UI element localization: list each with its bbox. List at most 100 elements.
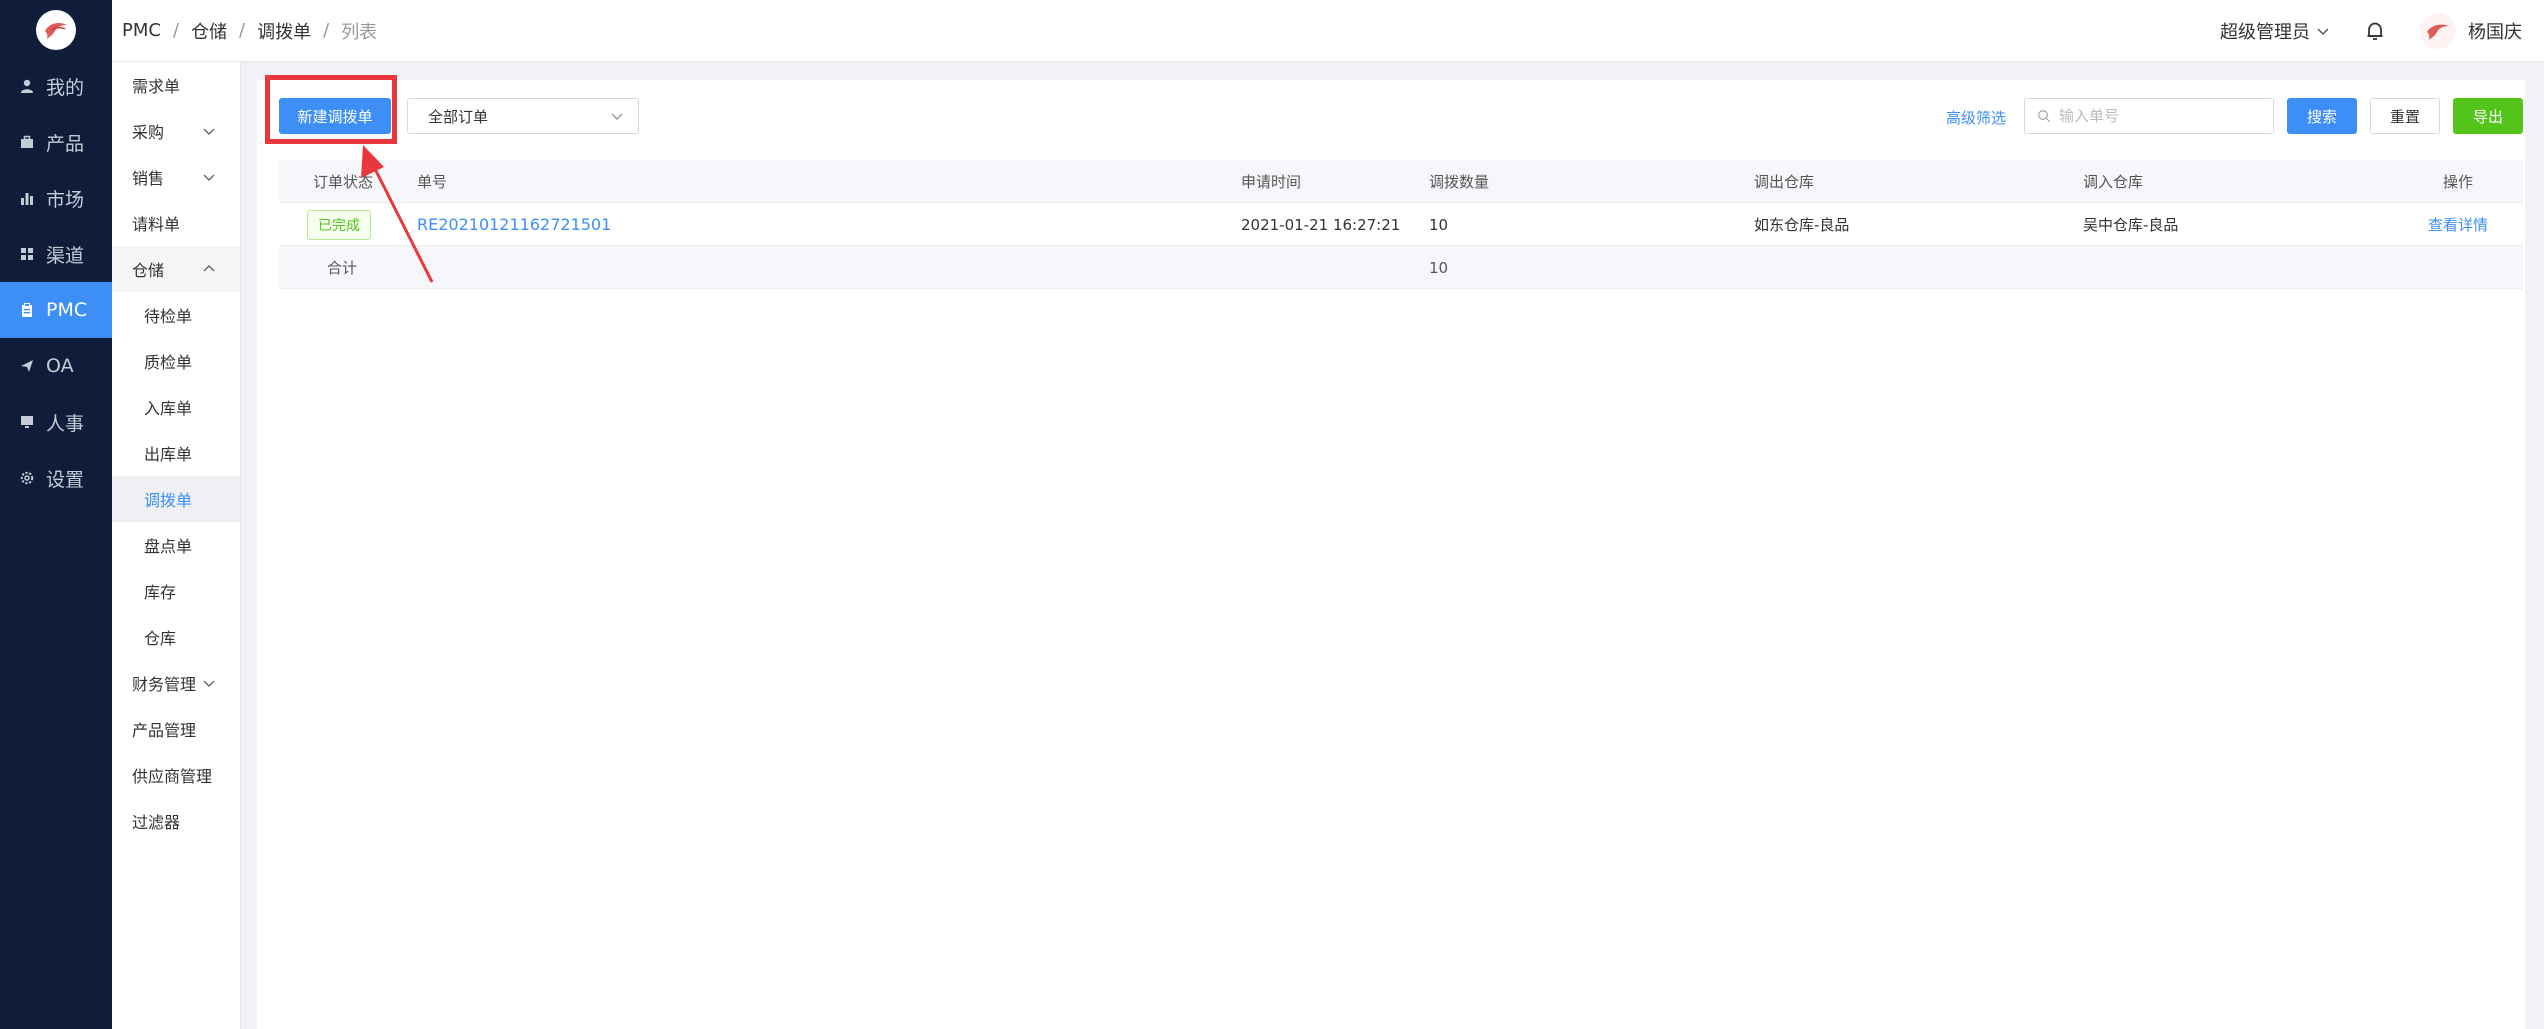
sidebar-item-inbound[interactable]: 入库单 — [112, 384, 240, 430]
sidebar-item-outbound[interactable]: 出库单 — [112, 430, 240, 476]
highlight-box — [265, 75, 397, 144]
sub-sidebar: 需求单 采购 销售 请料单 仓储 待检单 质检单 入库单 出库单 调拨单 盘点单… — [112, 62, 241, 1029]
avatar[interactable] — [2420, 13, 2456, 49]
bird-avatar-icon — [2427, 24, 2449, 40]
table-total-row: 合计 10 — [279, 246, 2523, 289]
top-right-area: 超级管理员 杨国庆 — [2220, 0, 2522, 62]
total-quantity: 10 — [1429, 258, 1449, 277]
nav-item-mine[interactable]: 我的 — [0, 58, 112, 114]
sidebar-item-label: 供应商管理 — [132, 767, 213, 786]
export-button[interactable]: 导出 — [2453, 98, 2523, 134]
order-number-link[interactable]: RE20210121162721501 — [417, 215, 611, 234]
sidebar-item-storage[interactable]: 仓储 — [112, 246, 240, 292]
nav-item-hr[interactable]: 人事 — [0, 394, 112, 450]
sidebar-item-material-request[interactable]: 请料单 — [112, 200, 240, 246]
order-filter-value: 全部订单 — [428, 107, 489, 126]
grid-icon — [18, 245, 36, 263]
sidebar-item-label: 销售 — [132, 169, 165, 188]
chevron-down-icon — [203, 680, 215, 687]
nav-item-channel[interactable]: 渠道 — [0, 226, 112, 282]
bar-chart-icon — [18, 189, 36, 207]
breadcrumb-item[interactable]: 仓储 — [191, 18, 227, 44]
nav-item-market[interactable]: 市场 — [0, 170, 112, 226]
breadcrumb: PMC / 仓储 / 调拨单 / 列表 — [122, 18, 377, 44]
search-input-wrapper — [2024, 98, 2274, 134]
chevron-down-icon — [611, 113, 623, 120]
table-row: 已完成 RE20210121162721501 2021-01-21 16:27… — [279, 203, 2523, 246]
breadcrumb-item[interactable]: 调拨单 — [257, 18, 311, 44]
view-detail-link[interactable]: 查看详情 — [2428, 214, 2488, 235]
gear-icon — [18, 469, 36, 487]
sidebar-item-label: 需求单 — [132, 77, 181, 96]
search-button[interactable]: 搜索 — [2287, 98, 2357, 134]
nav-item-product[interactable]: 产品 — [0, 114, 112, 170]
nav-item-label: 人事 — [46, 412, 85, 435]
logo[interactable] — [36, 10, 76, 50]
column-header: 调入仓库 — [2083, 173, 2144, 191]
nav-item-pmc[interactable]: PMC — [0, 282, 112, 338]
column-header: 调出仓库 — [1754, 173, 1815, 191]
table-header-row: 订单状态 单号 申请时间 调拨数量 调出仓库 调入仓库 操作 — [279, 160, 2523, 203]
briefcase-icon — [18, 133, 36, 151]
sidebar-item-label: 待检单 — [144, 307, 193, 326]
sidebar-item-label: 产品管理 — [132, 721, 197, 740]
sidebar-item-label: 质检单 — [144, 353, 193, 372]
order-no-cell: RE20210121162721501 — [417, 203, 611, 246]
order-filter-select[interactable]: 全部订单 — [407, 98, 639, 134]
chevron-down-icon — [203, 128, 215, 135]
from-warehouse-cell: 如东仓库-良品 — [1754, 216, 1850, 234]
column-header: 单号 — [417, 173, 448, 191]
bell-icon[interactable] — [2364, 20, 2386, 42]
transfer-table: 订单状态 单号 申请时间 调拨数量 调出仓库 调入仓库 操作 已完成 RE202… — [279, 160, 2523, 289]
sidebar-item-stocktake[interactable]: 盘点单 — [112, 522, 240, 568]
bird-logo-icon — [45, 23, 67, 39]
sidebar-item-label: 财务管理 — [132, 675, 197, 694]
nav-item-label: 我的 — [46, 76, 85, 99]
sidebar-item-finance[interactable]: 财务管理 — [112, 660, 240, 706]
breadcrumb-separator: / — [323, 20, 330, 41]
search-input[interactable] — [2059, 107, 2259, 125]
sidebar-item-sales[interactable]: 销售 — [112, 154, 240, 200]
sidebar-item-product-mgmt[interactable]: 产品管理 — [112, 706, 240, 752]
nav-item-settings[interactable]: 设置 — [0, 450, 112, 506]
quantity-cell: 10 — [1429, 215, 1449, 234]
role-label: 超级管理员 — [2220, 22, 2310, 43]
nav-item-label: 市场 — [46, 188, 85, 211]
content-card: 新建调拨单 全部订单 高级筛选 搜索 重置 导出 订单状态 单号 申请时间 调拨… — [257, 80, 2525, 1029]
user-icon — [18, 77, 36, 95]
column-header: 申请时间 — [1241, 173, 1302, 191]
status-cell: 已完成 — [307, 203, 371, 246]
sidebar-item-filter[interactable]: 过滤器 — [112, 798, 240, 844]
nav-item-label: 设置 — [46, 468, 85, 491]
sidebar-item-purchase[interactable]: 采购 — [112, 108, 240, 154]
breadcrumb-item[interactable]: PMC — [122, 20, 161, 41]
sidebar-item-label: 调拨单 — [144, 491, 193, 510]
nav-item-label: 渠道 — [46, 244, 85, 267]
sidebar-item-label: 请料单 — [132, 215, 181, 234]
main-nav-rail: 我的 产品 市场 渠道 PMC OA 人事 设置 — [0, 0, 112, 1029]
sidebar-item-label: 出库单 — [144, 445, 193, 464]
advanced-filter-link[interactable]: 高级筛选 — [1946, 107, 2006, 128]
apply-time-cell: 2021-01-21 16:27:21 — [1241, 215, 1401, 234]
search-icon — [2038, 110, 2051, 123]
sidebar-item-pending-inspection[interactable]: 待检单 — [112, 292, 240, 338]
nav-item-label: OA — [46, 355, 74, 377]
sidebar-item-quality-check[interactable]: 质检单 — [112, 338, 240, 384]
sidebar-item-demand[interactable]: 需求单 — [112, 62, 240, 108]
top-bar: PMC / 仓储 / 调拨单 / 列表 超级管理员 杨国庆 — [112, 0, 2544, 62]
status-badge: 已完成 — [307, 209, 371, 240]
breadcrumb-current: 列表 — [341, 21, 378, 43]
to-warehouse-cell: 吴中仓库-良品 — [2083, 216, 2179, 234]
reset-button[interactable]: 重置 — [2370, 98, 2440, 134]
nav-item-oa[interactable]: OA — [0, 338, 112, 394]
sidebar-item-inventory[interactable]: 库存 — [112, 568, 240, 614]
chevron-down-icon — [2317, 28, 2329, 35]
sidebar-item-label: 仓库 — [144, 629, 177, 648]
send-icon — [18, 357, 36, 375]
role-dropdown[interactable]: 超级管理员 — [2220, 18, 2330, 44]
user-name[interactable]: 杨国庆 — [2468, 18, 2522, 44]
sidebar-item-warehouse[interactable]: 仓库 — [112, 614, 240, 660]
sidebar-item-label: 入库单 — [144, 399, 193, 418]
sidebar-item-transfer[interactable]: 调拨单 — [112, 476, 240, 522]
sidebar-item-supplier-mgmt[interactable]: 供应商管理 — [112, 752, 240, 798]
